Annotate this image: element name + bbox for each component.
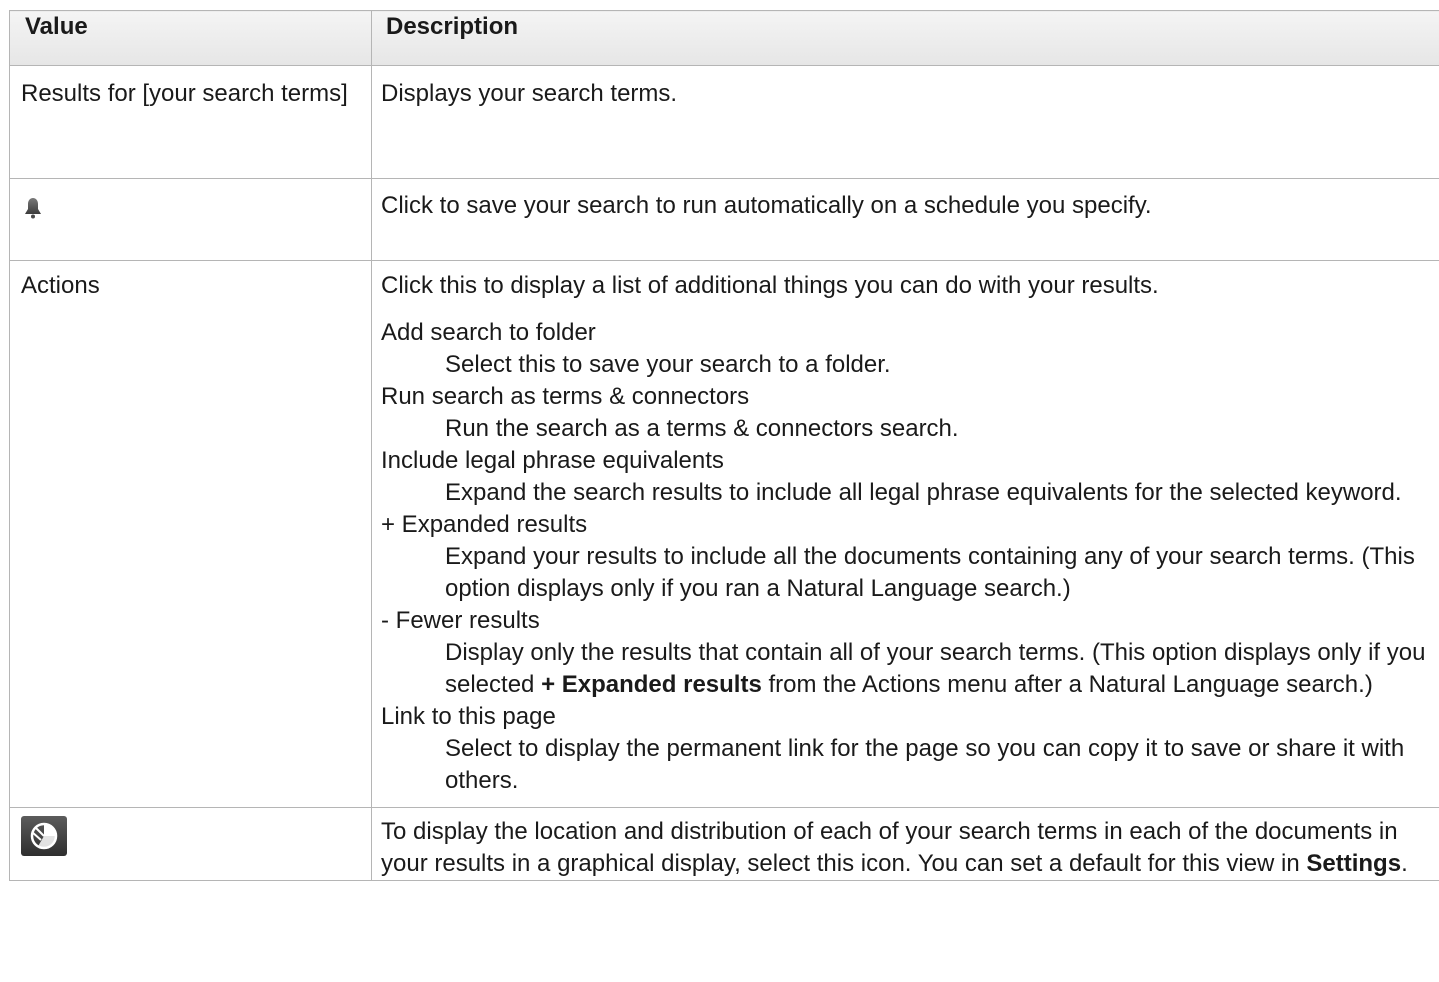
term-map-value-cell <box>9 807 372 881</box>
table-row-actions: Actions Click this to display a list of … <box>9 260 1439 808</box>
help-table: Value Description Results for [your sear… <box>9 10 1439 881</box>
table-row-results: Results for [your search terms] Displays… <box>9 65 1439 179</box>
bell-icon <box>21 196 45 229</box>
actions-list: Add search to folder Select this to save… <box>381 317 1438 807</box>
header-value: Value <box>9 10 372 66</box>
term-map-description-text: To display the location and distribution… <box>381 818 1398 877</box>
action-definition: Select to display the permanent link for… <box>445 735 1405 794</box>
actions-value: Actions <box>9 260 372 808</box>
action-term: Run search as terms & connectors <box>381 383 750 410</box>
alert-description: Click to save your search to run automat… <box>371 178 1439 261</box>
header-row: Value Description <box>9 10 1439 66</box>
action-definition: Expand the search results to include all… <box>445 479 1402 506</box>
action-term: Include legal phrase equivalents <box>381 447 724 474</box>
action-definition-text: from the Actions menu after a Natural La… <box>761 671 1373 698</box>
table-row-term-map: To display the location and distribution… <box>9 807 1439 881</box>
action-term: + Expanded results <box>381 511 588 538</box>
pie-chart-icon <box>21 816 67 856</box>
action-definition: Display only the results that contain al… <box>445 637 1438 701</box>
action-term: Add search to folder <box>381 319 596 346</box>
actions-intro: Click this to display a list of addition… <box>381 272 1159 299</box>
action-definition: Select this to save your search to a fol… <box>445 351 891 378</box>
action-term: - Fewer results <box>381 607 540 634</box>
table-row-alert: Click to save your search to run automat… <box>9 178 1439 261</box>
results-description: Displays your search terms. <box>371 65 1439 179</box>
header-description: Description <box>371 10 1439 66</box>
action-term: Link to this page <box>381 703 556 730</box>
action-definition-bold: + Expanded results <box>541 671 762 698</box>
results-value: Results for [your search terms] <box>9 65 372 179</box>
actions-description-cell: Click this to display a list of addition… <box>371 260 1439 808</box>
alert-value-cell <box>9 178 372 261</box>
settings-label: Settings <box>1306 850 1402 877</box>
term-map-description-text: . <box>1401 850 1408 877</box>
action-definition: Expand your results to include all the d… <box>445 543 1415 602</box>
term-map-description: To display the location and distribution… <box>371 807 1439 881</box>
action-definition: Run the search as a terms & connectors s… <box>445 415 959 442</box>
